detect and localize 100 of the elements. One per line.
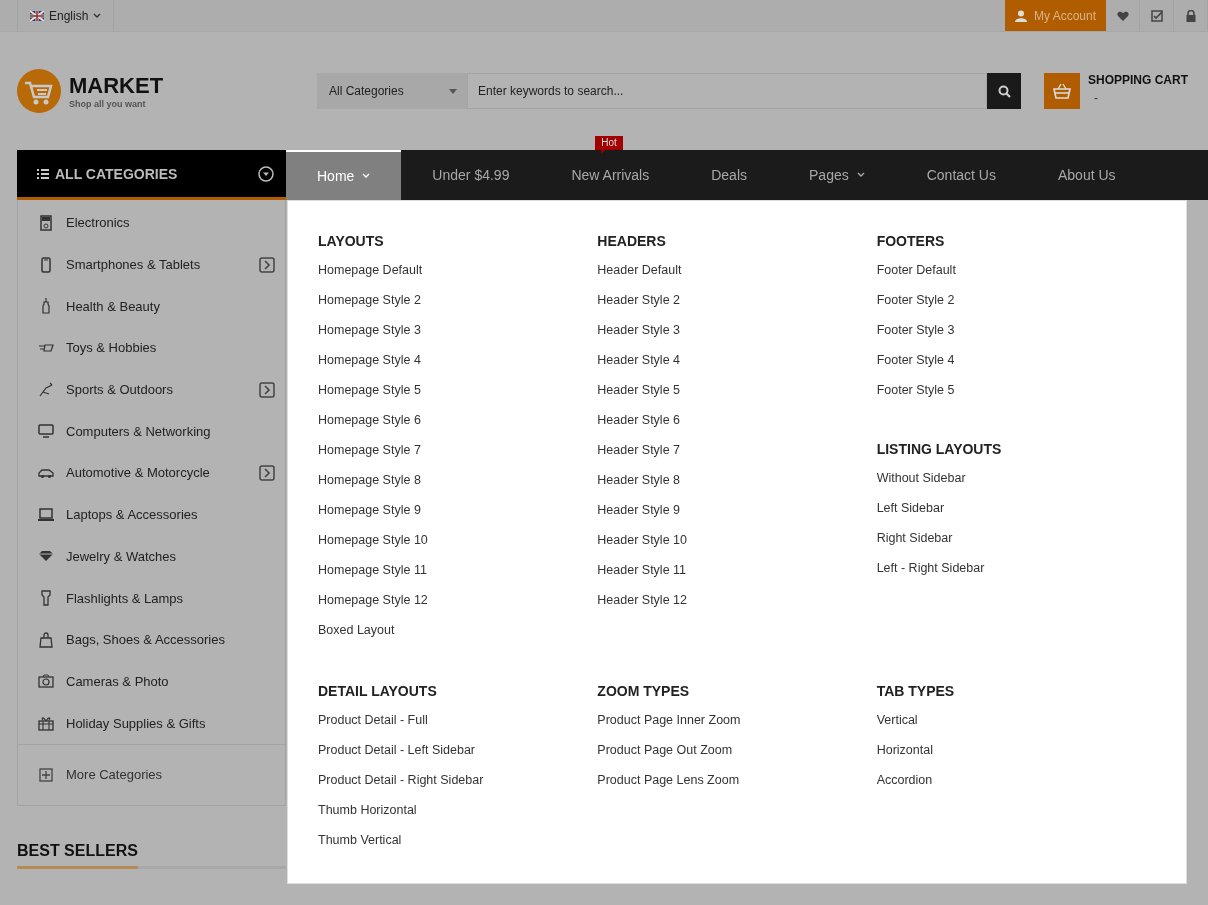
logo-tagline: Shop all you want (69, 99, 147, 109)
bag-icon (38, 631, 54, 648)
menu-link[interactable]: Header Style 9 (597, 501, 877, 531)
nav-tab[interactable]: Home (286, 150, 402, 200)
cart-title: SHOPPING CART (1088, 73, 1188, 87)
menu-group-heading: ZOOM TYPES (597, 683, 691, 699)
menu-link[interactable]: Product Page Out Zoom (597, 741, 877, 771)
nav-tab[interactable]: Pages (778, 150, 896, 200)
phone-icon (38, 256, 54, 273)
menu-link[interactable]: Header Default (597, 261, 877, 291)
menu-link[interactable]: Header Style 5 (597, 381, 877, 411)
category-item[interactable]: Holiday Supplies & Gifts (18, 702, 285, 744)
cart-total: - (1093, 91, 1099, 105)
menu-link[interactable]: Header Style 4 (597, 351, 877, 381)
menu-link[interactable]: Boxed Layout (318, 621, 598, 651)
menu-link[interactable]: Homepage Style 9 (318, 501, 598, 531)
menu-link[interactable]: Header Style 6 (597, 411, 877, 441)
logo-wordmark: MARKET (69, 73, 164, 99)
category-item[interactable]: Automotive & Motorcycle (18, 452, 285, 494)
menu-link[interactable]: Product Page Lens Zoom (597, 771, 877, 801)
language-selector[interactable]: English (17, 0, 115, 31)
circle-caret-icon (258, 165, 274, 182)
menu-link[interactable]: Horizontal (876, 741, 1156, 771)
menu-group-heading: LISTING LAYOUTS (876, 441, 1003, 457)
category-item[interactable]: Flashlights & Lamps (18, 577, 285, 619)
category-item[interactable]: Smartphones & Tablets (18, 243, 285, 286)
menu-link[interactable]: Product Detail - Right Sidebar (318, 771, 598, 801)
menu-link[interactable]: Header Style 8 (597, 471, 877, 501)
menu-link[interactable]: Footer Default (876, 261, 1156, 291)
menu-group-heading: LAYOUTS (318, 233, 385, 249)
menu-link[interactable]: Header Style 3 (597, 321, 877, 351)
flag-icon (30, 10, 44, 21)
plus-square-icon (39, 767, 53, 782)
checklist-icon (1150, 9, 1163, 22)
menu-link[interactable]: Left Sidebar (876, 499, 1156, 529)
category-item[interactable]: Laptops & Accessories (18, 493, 285, 536)
list-icon (37, 168, 49, 179)
category-item[interactable]: Cameras & Photo (18, 660, 285, 703)
search-button[interactable] (987, 73, 1021, 109)
category-item[interactable]: Health & Beauty (18, 285, 285, 328)
all-categories-button[interactable]: ALL CATEGORIES (17, 150, 286, 200)
category-item[interactable]: Computers & Networking (18, 410, 285, 453)
menu-link[interactable]: Homepage Style 2 (318, 291, 598, 321)
category-item[interactable]: Sports & Outdoors (18, 368, 285, 411)
category-item[interactable]: Jewelry & Watches (18, 535, 285, 578)
nav-tab[interactable]: Under $4.99 (401, 150, 541, 200)
menu-link[interactable]: Vertical (876, 711, 1156, 741)
menu-link[interactable]: Accordion (876, 771, 1156, 801)
category-dropdown[interactable]: All Categories (317, 73, 467, 109)
flashlight-icon (38, 590, 54, 607)
menu-link[interactable]: Homepage Style 12 (318, 591, 598, 621)
heart-icon (1116, 9, 1129, 22)
menu-link[interactable]: Product Page Inner Zoom (597, 711, 877, 741)
menu-link[interactable]: Footer Style 5 (876, 381, 1156, 411)
search-icon (997, 84, 1011, 98)
menu-link[interactable]: Thumb Vertical (318, 831, 598, 861)
menu-link[interactable]: Homepage Style 6 (318, 411, 598, 441)
nav-tab[interactable]: Deals (680, 150, 778, 200)
cart-button[interactable] (1044, 73, 1080, 109)
menu-group-heading: FOOTERS (876, 233, 946, 249)
menu-link[interactable]: Footer Style 3 (876, 321, 1156, 351)
section-heading: BEST SELLERS (17, 841, 138, 869)
menu-link[interactable]: Right Sidebar (876, 529, 1156, 559)
nav-tab[interactable]: About Us (1026, 150, 1147, 200)
menu-link[interactable]: Homepage Style 10 (318, 531, 598, 561)
menu-link[interactable]: Without Sidebar (876, 469, 1156, 499)
nav-tab[interactable]: New Arrivals (540, 150, 681, 200)
menu-link[interactable]: Left - Right Sidebar (876, 559, 1156, 589)
menu-link[interactable]: Header Style 10 (597, 531, 877, 561)
category-item[interactable]: Bags, Shoes & Accessories (18, 618, 285, 661)
menu-link[interactable]: Homepage Style 5 (318, 381, 598, 411)
menu-link[interactable]: Header Style 7 (597, 441, 877, 471)
user-icon (1014, 9, 1027, 22)
menu-link[interactable]: Footer Style 2 (876, 291, 1156, 321)
camera-icon (38, 673, 54, 690)
cart-logo-icon (17, 69, 61, 113)
menu-link[interactable]: Homepage Style 3 (318, 321, 598, 351)
menu-link[interactable]: Product Detail - Full (318, 711, 598, 741)
menu-link[interactable]: Homepage Style 11 (318, 561, 598, 591)
basket-icon (1053, 83, 1071, 99)
menu-link[interactable]: Homepage Default (318, 261, 598, 291)
category-item[interactable]: Electronics (18, 202, 285, 244)
menu-link[interactable]: Header Style 2 (597, 291, 877, 321)
menu-group-heading: TAB TYPES (876, 683, 956, 699)
menu-link[interactable]: Homepage Style 8 (318, 471, 598, 501)
menu-link[interactable]: Header Style 12 (597, 591, 877, 621)
chevron-down-icon (93, 12, 102, 19)
more-categories-link[interactable]: More Categories (17, 743, 286, 806)
menu-link[interactable]: Footer Style 4 (876, 351, 1156, 381)
nav-tab[interactable]: Contact Us (895, 150, 1027, 200)
menu-group-heading: DETAIL LAYOUTS (318, 683, 438, 699)
menu-link[interactable]: Header Style 11 (597, 561, 877, 591)
menu-link[interactable]: Product Detail - Left Sidebar (318, 741, 598, 771)
media-player-icon (38, 214, 54, 231)
menu-link[interactable]: Homepage Style 7 (318, 441, 598, 471)
search-field[interactable]: Enter keywords to search... (467, 73, 987, 109)
menu-link[interactable]: Thumb Horizontal (318, 801, 598, 831)
monitor-icon (38, 423, 54, 440)
menu-link[interactable]: Homepage Style 4 (318, 351, 598, 381)
category-item[interactable]: Toys & Hobbies (18, 327, 285, 369)
